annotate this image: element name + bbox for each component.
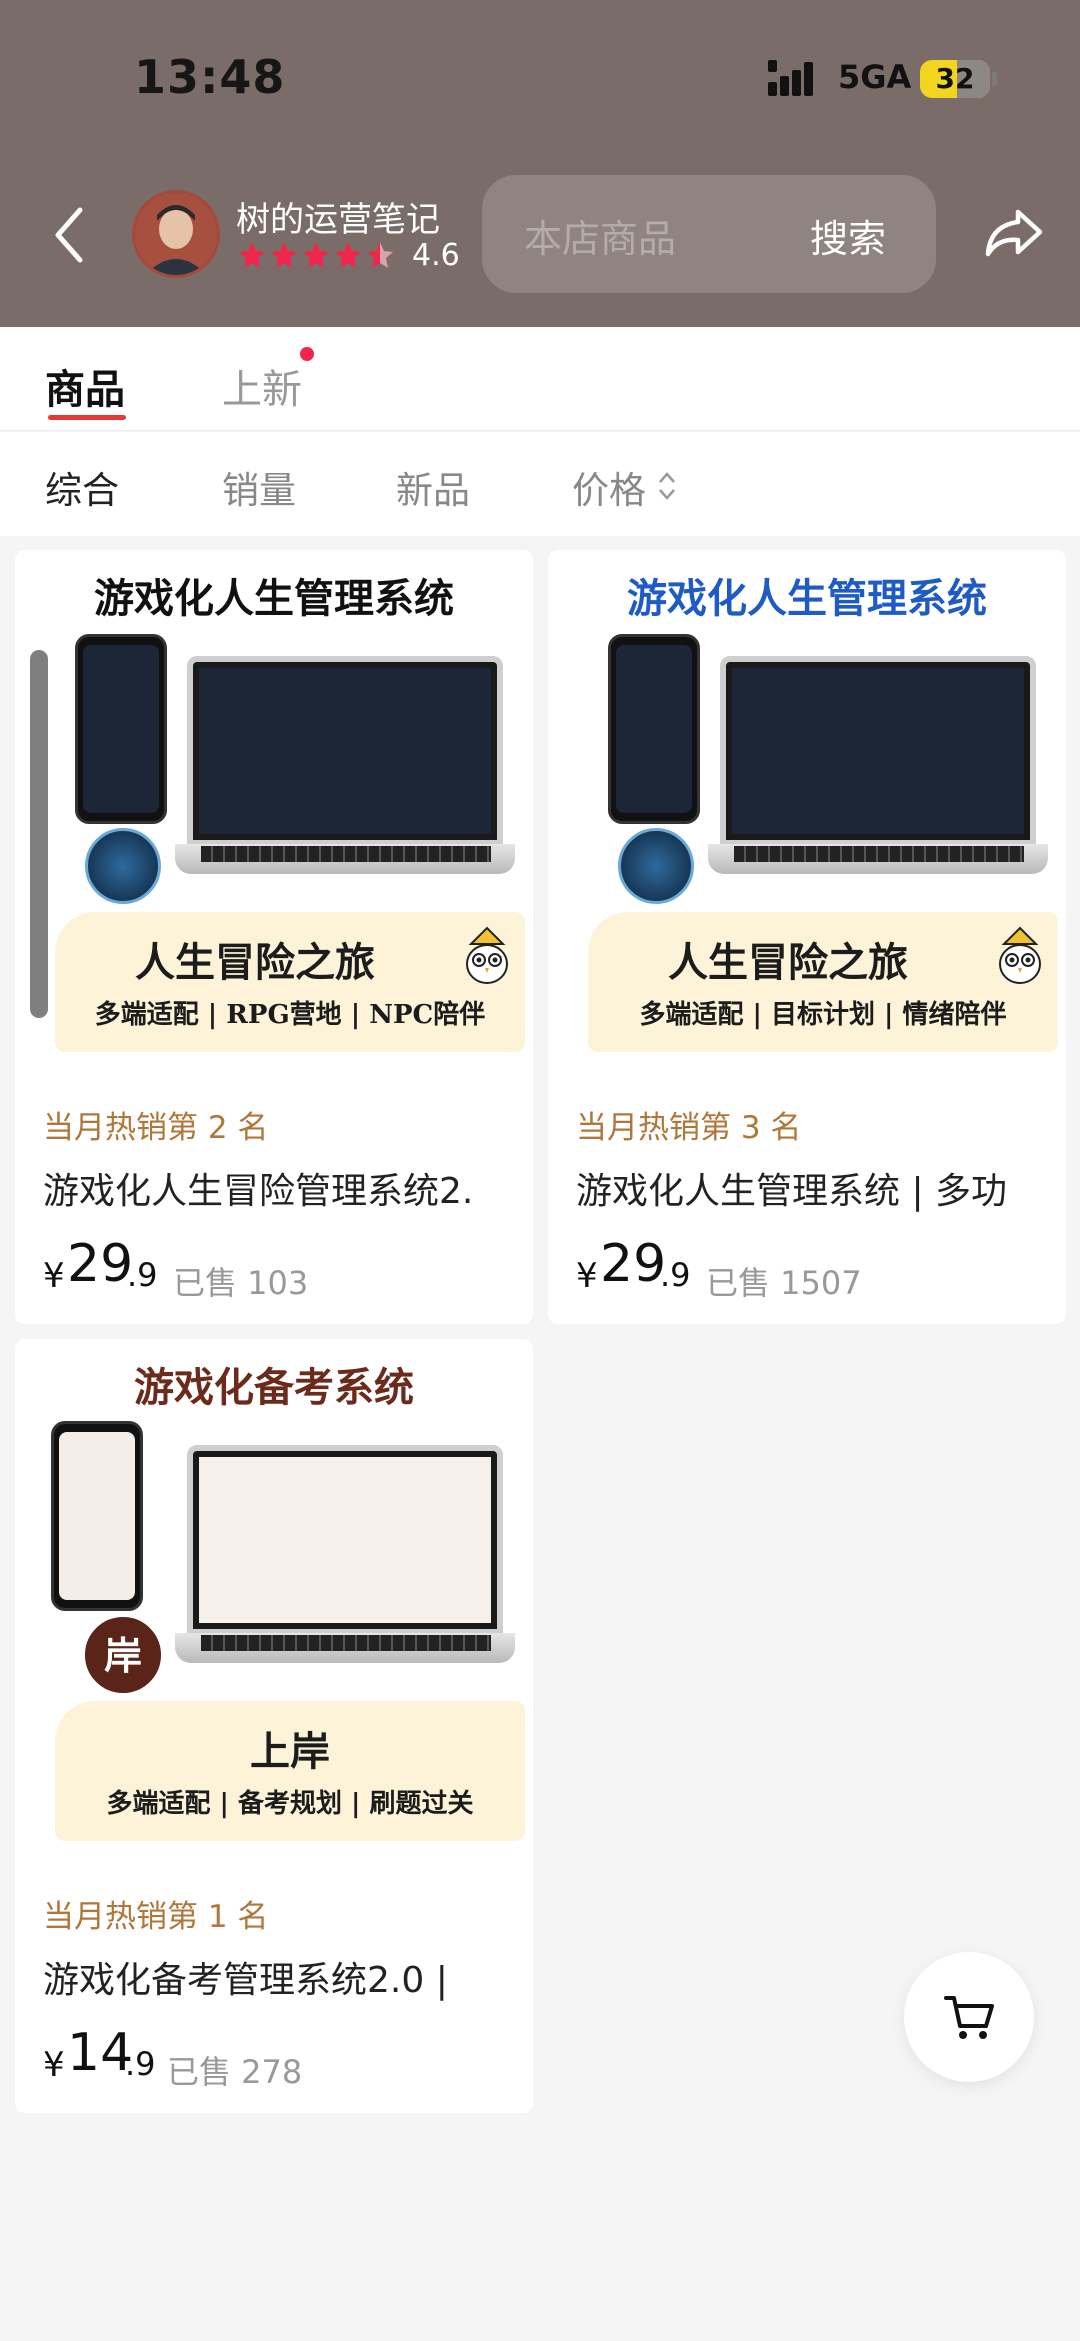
shop-name[interactable]: 树的运营笔记 (236, 192, 440, 241)
signal-icon (768, 60, 824, 98)
price-decimal: .9 (127, 1256, 158, 1294)
price-currency: ¥ (43, 2045, 65, 2085)
hot-rank-label: 当月热销第 1 名 (43, 1899, 269, 1935)
hot-rank-label: 当月热销第 3 名 (576, 1110, 802, 1146)
product-image[interactable]: 游戏化人生管理系统 人生冒险之旅 多端适配 | 目标计划 | 情绪陪伴 (548, 550, 1066, 1068)
laptop-mockup (720, 656, 1036, 846)
filter-bar: 综合 销量 新品 价格 (0, 432, 1080, 536)
search-placeholder[interactable]: 本店商品 (524, 208, 676, 263)
share-icon[interactable] (982, 200, 1046, 264)
phone-mockup (51, 1421, 143, 1611)
price-decimal: .9 (125, 2045, 156, 2083)
logo-badge: 岸 (85, 1617, 161, 1693)
price-integer: 29 (67, 1234, 134, 1294)
price-currency: ¥ (576, 1256, 598, 1296)
product-card[interactable]: 游戏化人生管理系统 人生冒险之旅 多端适配 | 目标计划 | 情绪陪伴 当月热销… (548, 550, 1066, 1324)
banner-headline: 人生冒险之旅 (135, 939, 375, 986)
scroll-indicator[interactable] (30, 650, 48, 1018)
laptop-mockup (187, 1445, 503, 1635)
network-label: 5GA (838, 58, 912, 96)
laptop-mockup (187, 656, 503, 846)
filter-sales[interactable]: 销量 (222, 460, 296, 514)
shop-header: 13:48 5GA 32 树的运营笔记 4.6 本店商品 搜索 (0, 0, 1080, 327)
banner-features: 多端适配 | RPG营地 | NPC陪伴 (94, 1000, 486, 1030)
phone-mockup (608, 634, 700, 824)
hot-rank-label: 当月热销第 2 名 (43, 1110, 269, 1146)
shop-rating: 4.6 (412, 238, 460, 273)
search-button[interactable]: 搜索 (810, 208, 886, 263)
price-integer: 29 (600, 1234, 667, 1294)
product-card[interactable]: 游戏化备考系统 岸 上岸 多端适配 | 备考规划 | 刷题过关 当月热销第 1 … (15, 1339, 533, 2113)
banner-headline: 上岸 (250, 1728, 330, 1775)
filter-price[interactable]: 价格 (572, 460, 646, 514)
cart-icon (944, 1996, 994, 2039)
product-title[interactable]: 游戏化人生管理系统 | 多功 (576, 1162, 1056, 1214)
price-integer: 14 (67, 2023, 134, 2083)
status-bar: 13:48 5GA 32 (0, 0, 1080, 150)
logo-badge (618, 828, 694, 904)
banner-features: 多端适配 | 备考规划 | 刷题过关 (106, 1789, 474, 1819)
sold-count: 已售 103 (173, 1264, 309, 1302)
shop-avatar[interactable] (132, 190, 220, 278)
banner-headline: 人生冒险之旅 (668, 939, 908, 986)
tab-new-arrivals[interactable]: 上新 (222, 357, 302, 415)
phone-mockup (75, 634, 167, 824)
battery-level: 32 (935, 62, 975, 95)
banner-features: 多端适配 | 目标计划 | 情绪陪伴 (639, 1000, 1007, 1030)
product-banner: 上岸 多端适配 | 备考规划 | 刷题过关 (55, 1701, 525, 1841)
new-dot-badge (300, 347, 314, 361)
filter-newest[interactable]: 新品 (396, 460, 470, 514)
logo-badge (85, 828, 161, 904)
sort-updown-icon[interactable] (655, 466, 679, 506)
product-banner: 人生冒险之旅 多端适配 | RPG营地 | NPC陪伴 (55, 912, 525, 1052)
product-image[interactable]: 游戏化备考系统 岸 上岸 多端适配 | 备考规划 | 刷题过关 (15, 1339, 533, 1857)
product-banner: 人生冒险之旅 多端适配 | 目标计划 | 情绪陪伴 (588, 912, 1058, 1052)
product-image-title: 游戏化人生管理系统 (627, 575, 987, 622)
tab-products[interactable]: 商品 (45, 357, 125, 415)
tab-active-indicator (48, 415, 126, 420)
cart-button[interactable] (904, 1952, 1034, 2082)
price-currency: ¥ (43, 1256, 65, 1296)
product-image-title: 游戏化备考系统 (134, 1364, 414, 1411)
sold-count: 已售 278 (167, 2053, 303, 2091)
sold-count: 已售 1507 (706, 1264, 862, 1302)
rating-stars (238, 240, 398, 272)
owl-mascot-icon (466, 926, 508, 984)
product-card[interactable]: 游戏化人生管理系统 人生冒险之旅 多端适配 | RPG营地 | NPC陪伴 当月… (15, 550, 533, 1324)
status-time: 13:48 (134, 50, 286, 104)
tab-bar: 商品 上新 (0, 327, 1080, 431)
price-decimal: .9 (660, 1256, 691, 1294)
back-icon[interactable] (50, 200, 90, 270)
product-title[interactable]: 游戏化人生冒险管理系统2. (43, 1162, 523, 1214)
filter-comprehensive[interactable]: 综合 (45, 460, 119, 514)
owl-mascot-icon (999, 926, 1041, 984)
product-title[interactable]: 游戏化备考管理系统2.0 | (43, 1951, 523, 2003)
product-image-title: 游戏化人生管理系统 (94, 575, 454, 622)
product-image[interactable]: 游戏化人生管理系统 人生冒险之旅 多端适配 | RPG营地 | NPC陪伴 (15, 550, 533, 1068)
